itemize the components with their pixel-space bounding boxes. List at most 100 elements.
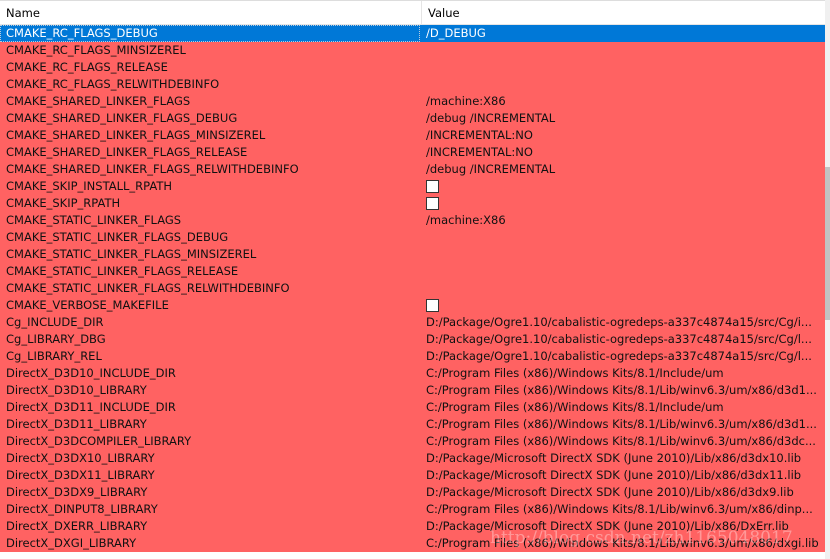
scrollbar-thumb[interactable] (825, 167, 830, 320)
row-value[interactable]: /INCREMENTAL:NO (420, 144, 825, 161)
row-value[interactable]: C:/Program Files (x86)/Windows Kits/8.1/… (420, 501, 825, 518)
row-value[interactable]: /INCREMENTAL:NO (420, 127, 825, 144)
row-value[interactable]: /machine:X86 (420, 212, 825, 229)
table-row[interactable]: DirectX_D3DX11_LIBRARY D:/Package/Microso… (0, 467, 825, 484)
column-header-name[interactable]: Name (0, 1, 422, 24)
row-name: CMAKE_VERBOSE_MAKEFILE (6, 298, 169, 312)
table-row[interactable]: CMAKE_RC_FLAGS_RELWITHDEBINFO (0, 76, 825, 93)
table-row[interactable]: Cg_LIBRARY_REL D:/Package/Ogre1.10/cabali… (0, 348, 825, 365)
row-name: DirectX_D3D10_LIBRARY (6, 383, 147, 397)
row-name: CMAKE_STATIC_LINKER_FLAGS (6, 213, 182, 227)
row-name: DirectX_D3D10_INCLUDE_DIR (6, 366, 176, 380)
table-row[interactable]: CMAKE_SHARED_LINKER_FLAGS_RELEASE/INCREM… (0, 144, 825, 161)
table-row[interactable]: CMAKE_SHARED_LINKER_FLAGS_RELWITHDEBINFO… (0, 161, 825, 178)
row-value[interactable]: /debug /INCREMENTAL (420, 110, 825, 127)
table-row[interactable]: DirectX_D3D10_INCLUDE_DIR C:/Program File… (0, 365, 825, 382)
table-body: CMAKE_RC_FLAGS_DEBUG/D_DEBUG CMAKE_RC_FLA… (0, 25, 825, 552)
row-name: DirectX_D3D11_INCLUDE_DIR (6, 400, 176, 414)
row-value[interactable]: D:/Package/Microsoft DirectX SDK (June 2… (420, 518, 825, 535)
row-name: DirectX_D3DCOMPILER_LIBRARY (6, 434, 192, 448)
row-value[interactable] (420, 246, 825, 263)
vertical-scrollbar[interactable] (825, 0, 830, 559)
row-value[interactable] (420, 229, 825, 246)
table-row[interactable]: Cg_INCLUDE_DIR D:/Package/Ogre1.10/cabali… (0, 314, 825, 331)
row-name: Cg_LIBRARY_REL (6, 349, 102, 363)
row-name: CMAKE_SHARED_LINKER_FLAGS_RELEASE (6, 145, 248, 159)
row-value[interactable] (420, 297, 825, 314)
row-value[interactable]: D:/Package/Microsoft DirectX SDK (June 2… (420, 484, 825, 501)
row-value[interactable] (420, 178, 825, 195)
row-value[interactable]: C:/Program Files (x86)/Windows Kits/8.1/… (420, 416, 825, 433)
row-value[interactable] (420, 42, 825, 59)
row-value[interactable]: /machine:X86 (420, 93, 825, 110)
table-row[interactable]: CMAKE_RC_FLAGS_MINSIZEREL (0, 42, 825, 59)
row-value[interactable]: D:/Package/Ogre1.10/cabalistic-ogredeps-… (420, 331, 825, 348)
row-value[interactable]: /debug /INCREMENTAL (420, 161, 825, 178)
table-row[interactable]: Cg_LIBRARY_DBG D:/Package/Ogre1.10/cabali… (0, 331, 825, 348)
row-name: CMAKE_STATIC_LINKER_FLAGS_MINSIZEREL (6, 247, 257, 261)
row-value[interactable]: C:/Program Files (x86)/Windows Kits/8.1/… (420, 535, 825, 552)
table-row[interactable]: CMAKE_SKIP_INSTALL_RPATH (0, 178, 825, 195)
row-name: Cg_INCLUDE_DIR (6, 315, 104, 329)
row-value[interactable]: D:/Package/Ogre1.10/cabalistic-ogredeps-… (420, 348, 825, 365)
row-name: DirectX_DXGI_LIBRARY (6, 536, 137, 550)
table-row[interactable]: DirectX_DXGI_LIBRARY C:/Program Files (x8… (0, 535, 825, 552)
row-name: DirectX_D3D11_LIBRARY (6, 417, 147, 431)
table-row[interactable]: CMAKE_VERBOSE_MAKEFILE (0, 297, 825, 314)
table-row[interactable]: CMAKE_STATIC_LINKER_FLAGS_RELWITHDEBINFO (0, 280, 825, 297)
row-value[interactable]: C:/Program Files (x86)/Windows Kits/8.1/… (420, 433, 825, 450)
row-value[interactable] (420, 59, 825, 76)
table-header: Name Value (0, 0, 825, 25)
table-row[interactable]: CMAKE_STATIC_LINKER_FLAGS_DEBUG (0, 229, 825, 246)
checkbox[interactable] (426, 299, 439, 312)
row-name: CMAKE_SHARED_LINKER_FLAGS_RELWITHDEBINFO (6, 162, 299, 176)
table-row[interactable]: CMAKE_STATIC_LINKER_FLAGS_RELEASE (0, 263, 825, 280)
table-row[interactable]: CMAKE_SHARED_LINKER_FLAGS_MINSIZEREL/INC… (0, 127, 825, 144)
row-value[interactable]: C:/Program Files (x86)/Windows Kits/8.1/… (420, 399, 825, 416)
row-value[interactable]: D:/Package/Ogre1.10/cabalistic-ogredeps-… (420, 314, 825, 331)
table-row[interactable]: CMAKE_SHARED_LINKER_FLAGS/machine:X86 (0, 93, 825, 110)
row-value[interactable]: /D_DEBUG (420, 25, 825, 42)
row-name: CMAKE_RC_FLAGS_RELWITHDEBINFO (6, 77, 220, 91)
table-row[interactable]: CMAKE_SKIP_RPATH (0, 195, 825, 212)
column-header-value[interactable]: Value (422, 1, 460, 24)
cache-table: Name Value CMAKE_RC_FLAGS_DEBUG/D_DEBUG C… (0, 0, 825, 559)
table-row[interactable]: DirectX_DXERR_LIBRARY D:/Package/Microsof… (0, 518, 825, 535)
table-row[interactable]: CMAKE_STATIC_LINKER_FLAGS/machine:X86 (0, 212, 825, 229)
row-name: Cg_LIBRARY_DBG (6, 332, 106, 346)
row-name: CMAKE_STATIC_LINKER_FLAGS_RELEASE (6, 264, 239, 278)
row-value[interactable]: C:/Program Files (x86)/Windows Kits/8.1/… (420, 365, 825, 382)
row-name: DirectX_DXERR_LIBRARY (6, 519, 148, 533)
table-row[interactable]: DirectX_D3DCOMPILER_LIBRARY C:/Program Fi… (0, 433, 825, 450)
row-value[interactable] (420, 76, 825, 93)
row-value[interactable] (420, 280, 825, 297)
row-name: CMAKE_SKIP_RPATH (6, 196, 121, 210)
row-value[interactable]: C:/Program Files (x86)/Windows Kits/8.1/… (420, 382, 825, 399)
row-name: DirectX_D3DX10_LIBRARY (6, 451, 155, 465)
row-name: CMAKE_RC_FLAGS_RELEASE (6, 60, 168, 74)
table-row[interactable]: DirectX_DINPUT8_LIBRARY C:/Program Files … (0, 501, 825, 518)
row-name: CMAKE_SKIP_INSTALL_RPATH (6, 179, 172, 193)
row-name: CMAKE_STATIC_LINKER_FLAGS_RELWITHDEBINFO (6, 281, 290, 295)
row-name: CMAKE_SHARED_LINKER_FLAGS (6, 94, 191, 108)
table-row[interactable]: CMAKE_RC_FLAGS_RELEASE (0, 59, 825, 76)
table-row[interactable]: CMAKE_SHARED_LINKER_FLAGS_DEBUG/debug /I… (0, 110, 825, 127)
row-name: CMAKE_SHARED_LINKER_FLAGS_DEBUG (6, 111, 238, 125)
table-row[interactable]: DirectX_D3D11_INCLUDE_DIR C:/Program File… (0, 399, 825, 416)
table-row[interactable]: CMAKE_RC_FLAGS_DEBUG/D_DEBUG (0, 25, 825, 42)
row-name: DirectX_D3DX11_LIBRARY (6, 468, 155, 482)
row-value[interactable]: D:/Package/Microsoft DirectX SDK (June 2… (420, 450, 825, 467)
row-name: DirectX_DINPUT8_LIBRARY (6, 502, 158, 516)
row-value[interactable]: D:/Package/Microsoft DirectX SDK (June 2… (420, 467, 825, 484)
table-row[interactable]: DirectX_D3D10_LIBRARY C:/Program Files (x… (0, 382, 825, 399)
row-value[interactable] (420, 195, 825, 212)
row-name: CMAKE_STATIC_LINKER_FLAGS_DEBUG (6, 230, 229, 244)
table-row[interactable]: CMAKE_STATIC_LINKER_FLAGS_MINSIZEREL (0, 246, 825, 263)
checkbox[interactable] (426, 180, 439, 193)
row-value[interactable] (420, 263, 825, 280)
checkbox[interactable] (426, 197, 439, 210)
table-row[interactable]: DirectX_D3DX10_LIBRARY D:/Package/Microso… (0, 450, 825, 467)
table-row[interactable]: DirectX_D3D11_LIBRARY C:/Program Files (x… (0, 416, 825, 433)
row-name: CMAKE_RC_FLAGS_DEBUG (0, 25, 420, 42)
table-row[interactable]: DirectX_D3DX9_LIBRARY D:/Package/Microsof… (0, 484, 825, 501)
